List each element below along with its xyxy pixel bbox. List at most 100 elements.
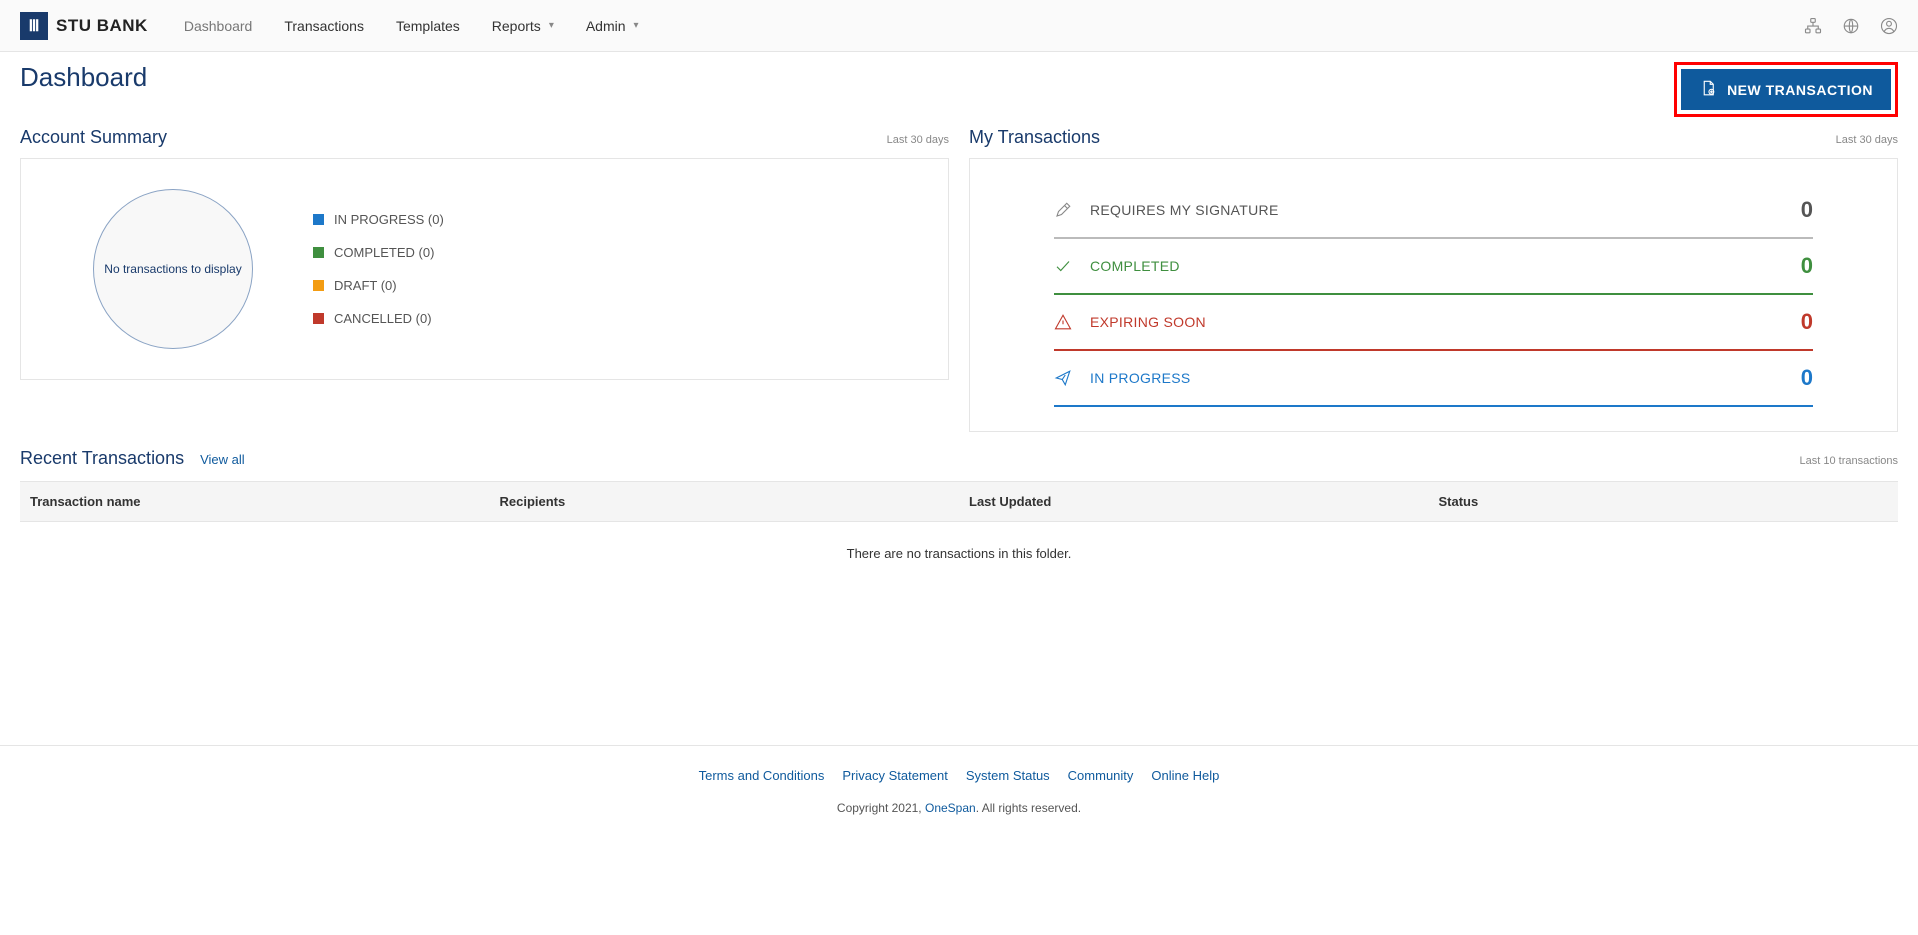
legend-swatch-cancelled: [313, 313, 324, 324]
legend-completed: COMPLETED (0): [313, 245, 444, 260]
footer-link-community[interactable]: Community: [1068, 768, 1134, 783]
brand-link[interactable]: Ⅲ STU BANK: [20, 12, 148, 40]
recent-title: Recent Transactions: [20, 448, 184, 469]
account-summary-column: Account Summary Last 30 days No transact…: [20, 127, 949, 432]
my-transactions-list: REQUIRES MY SIGNATURE 0 COMPLETED 0: [994, 183, 1873, 407]
paper-plane-icon: [1054, 369, 1072, 387]
new-transaction-highlight: NEW TRANSACTION: [1674, 62, 1898, 117]
brand-name: STU BANK: [56, 16, 148, 36]
legend-draft: DRAFT (0): [313, 278, 444, 293]
mt-row-left: COMPLETED: [1054, 257, 1180, 275]
summary-empty-text: No transactions to display: [104, 262, 241, 276]
legend-label: DRAFT (0): [334, 278, 397, 293]
mt-count: 0: [1801, 309, 1813, 335]
nav-templates[interactable]: Templates: [384, 12, 472, 40]
col-recipients[interactable]: Recipients: [490, 482, 960, 522]
my-transactions-title: My Transactions: [969, 127, 1100, 148]
topbar-left: Ⅲ STU BANK Dashboard Transactions Templa…: [20, 12, 651, 40]
topbar: Ⅲ STU BANK Dashboard Transactions Templa…: [0, 0, 1918, 52]
pencil-icon: [1054, 201, 1072, 219]
nav-admin[interactable]: Admin ▾: [574, 12, 651, 40]
footer-link-terms[interactable]: Terms and Conditions: [699, 768, 825, 783]
document-plus-icon: [1699, 79, 1717, 100]
legend-label: CANCELLED (0): [334, 311, 432, 326]
nav-label: Templates: [396, 18, 460, 34]
mt-row-left: EXPIRING SOON: [1054, 313, 1206, 331]
mt-count: 0: [1801, 253, 1813, 279]
mt-label: REQUIRES MY SIGNATURE: [1090, 202, 1279, 218]
nav-label: Reports: [492, 18, 541, 34]
footer-links: Terms and Conditions Privacy Statement S…: [0, 768, 1918, 783]
org-tree-icon[interactable]: [1804, 17, 1822, 35]
nav-label: Admin: [586, 18, 626, 34]
footer: Terms and Conditions Privacy Statement S…: [0, 745, 1918, 845]
recent-table-head: Transaction name Recipients Last Updated…: [20, 482, 1898, 522]
account-summary-panel: No transactions to display IN PROGRESS (…: [20, 158, 949, 380]
mt-count: 0: [1801, 197, 1813, 223]
footer-link-online-help[interactable]: Online Help: [1151, 768, 1219, 783]
my-transactions-panel: REQUIRES MY SIGNATURE 0 COMPLETED 0: [969, 158, 1898, 432]
page-header: Dashboard NEW TRANSACTION: [0, 52, 1918, 121]
summary-legend: IN PROGRESS (0) COMPLETED (0) DRAFT (0) …: [313, 212, 444, 326]
recent-empty-row: There are no transactions in this folder…: [20, 522, 1898, 586]
nav-label: Transactions: [284, 18, 364, 34]
footer-link-privacy[interactable]: Privacy Statement: [842, 768, 948, 783]
topbar-right: [1804, 17, 1898, 35]
legend-swatch-draft: [313, 280, 324, 291]
mt-row-in-progress[interactable]: IN PROGRESS 0: [1054, 351, 1813, 407]
chevron-down-icon: ▾: [634, 20, 639, 31]
recent-head: Recent Transactions View all Last 10 tra…: [20, 448, 1898, 469]
copyright-prefix: Copyright 2021,: [837, 801, 925, 815]
check-icon: [1054, 257, 1072, 275]
summary-body: No transactions to display IN PROGRESS (…: [45, 183, 924, 355]
chevron-down-icon: ▾: [549, 20, 554, 31]
mt-label: EXPIRING SOON: [1090, 314, 1206, 330]
legend-cancelled: CANCELLED (0): [313, 311, 444, 326]
user-icon[interactable]: [1880, 17, 1898, 35]
account-summary-period: Last 30 days: [887, 134, 949, 146]
account-summary-title: Account Summary: [20, 127, 167, 148]
legend-swatch-completed: [313, 247, 324, 258]
mt-count: 0: [1801, 365, 1813, 391]
legend-label: COMPLETED (0): [334, 245, 434, 260]
legend-label: IN PROGRESS (0): [334, 212, 444, 227]
mt-label: COMPLETED: [1090, 258, 1180, 274]
globe-icon[interactable]: [1842, 17, 1860, 35]
nav-label: Dashboard: [184, 18, 253, 34]
col-status[interactable]: Status: [1429, 482, 1899, 522]
legend-in-progress: IN PROGRESS (0): [313, 212, 444, 227]
summary-donut-chart: No transactions to display: [93, 189, 253, 349]
mt-row-completed[interactable]: COMPLETED 0: [1054, 239, 1813, 295]
copyright-link[interactable]: OneSpan: [925, 801, 976, 815]
recent-head-left: Recent Transactions View all: [20, 448, 245, 469]
account-summary-head: Account Summary Last 30 days: [20, 127, 949, 148]
footer-link-system-status[interactable]: System Status: [966, 768, 1050, 783]
mt-row-left: IN PROGRESS: [1054, 369, 1191, 387]
nav-links: Dashboard Transactions Templates Reports…: [172, 12, 651, 40]
brand-logo: Ⅲ: [20, 12, 48, 40]
recent-empty-message: There are no transactions in this folder…: [20, 522, 1898, 586]
nav-transactions[interactable]: Transactions: [272, 12, 376, 40]
my-transactions-period: Last 30 days: [1836, 134, 1898, 146]
page-title: Dashboard: [20, 62, 147, 93]
my-transactions-column: My Transactions Last 30 days REQUIRES MY…: [969, 127, 1898, 432]
new-transaction-label: NEW TRANSACTION: [1727, 82, 1873, 98]
nav-dashboard[interactable]: Dashboard: [172, 12, 265, 40]
col-transaction-name[interactable]: Transaction name: [20, 482, 490, 522]
copyright: Copyright 2021, OneSpan. All rights rese…: [0, 801, 1918, 815]
recent-table: Transaction name Recipients Last Updated…: [20, 481, 1898, 585]
main-columns: Account Summary Last 30 days No transact…: [0, 121, 1918, 432]
mt-row-left: REQUIRES MY SIGNATURE: [1054, 201, 1279, 219]
new-transaction-button[interactable]: NEW TRANSACTION: [1681, 69, 1891, 110]
mt-label: IN PROGRESS: [1090, 370, 1191, 386]
recent-period: Last 10 transactions: [1800, 455, 1898, 467]
mt-row-expiring-soon[interactable]: EXPIRING SOON 0: [1054, 295, 1813, 351]
col-last-updated[interactable]: Last Updated: [959, 482, 1429, 522]
nav-reports[interactable]: Reports ▾: [480, 12, 566, 40]
view-all-link[interactable]: View all: [200, 452, 245, 467]
mt-row-requires-signature[interactable]: REQUIRES MY SIGNATURE 0: [1054, 183, 1813, 239]
recent-transactions: Recent Transactions View all Last 10 tra…: [0, 432, 1918, 585]
my-transactions-head: My Transactions Last 30 days: [969, 127, 1898, 148]
brand-logo-glyph: Ⅲ: [28, 16, 39, 36]
alert-triangle-icon: [1054, 313, 1072, 331]
